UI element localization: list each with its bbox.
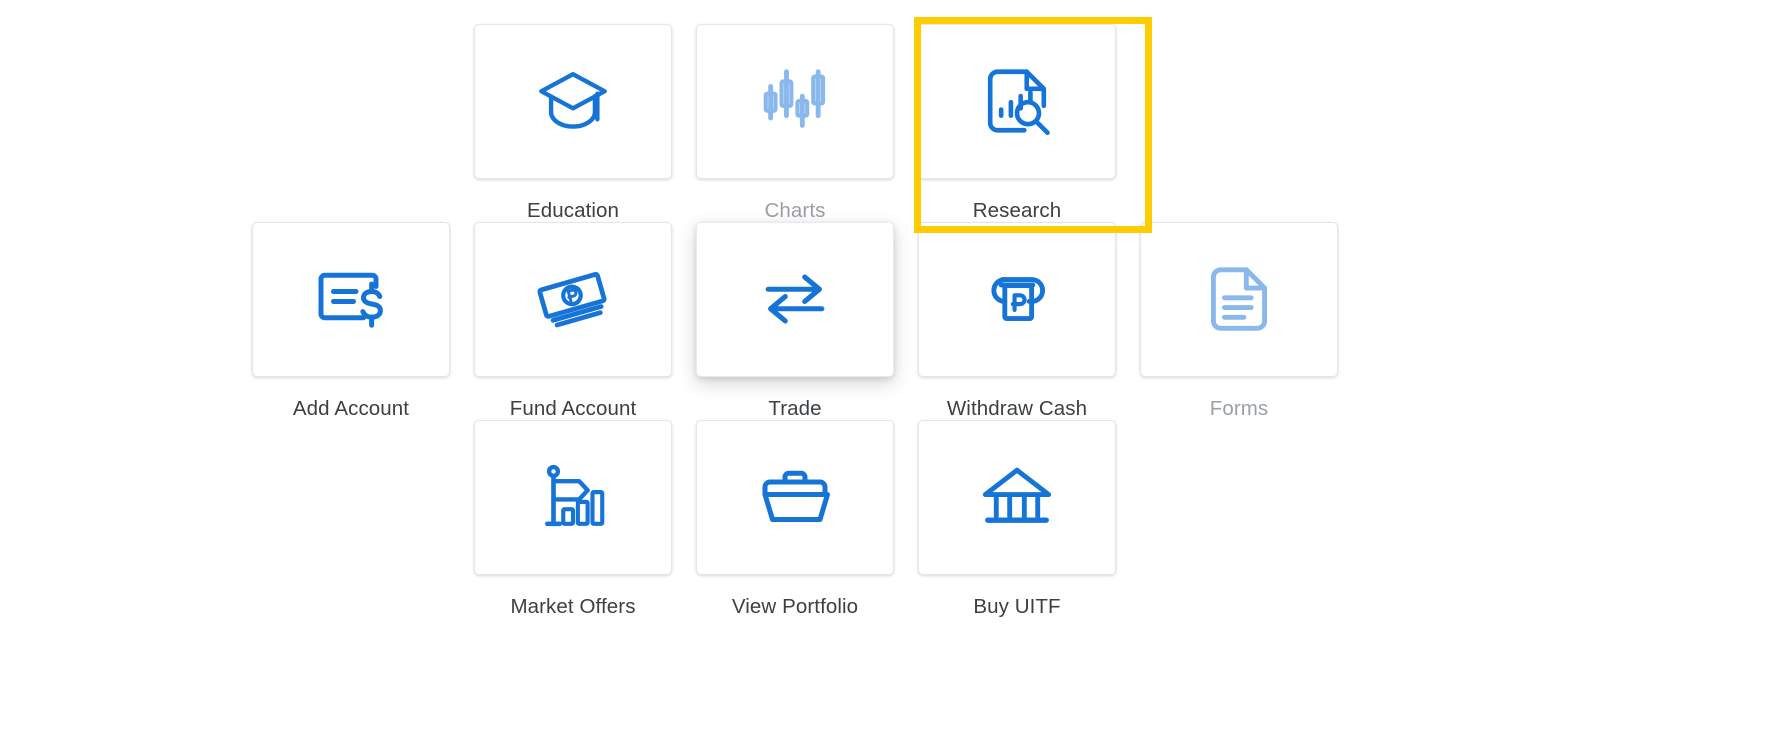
tile-forms[interactable] <box>1140 221 1338 377</box>
tile-label: Buy UITF <box>973 595 1061 618</box>
candlestick-chart-icon <box>756 62 834 140</box>
tile-cell-trade[interactable]: Trade <box>684 220 906 421</box>
tile-education[interactable] <box>474 23 672 179</box>
document-chart-search-icon <box>978 62 1056 140</box>
tile-cell-view-portfolio[interactable]: View Portfolio <box>684 418 906 619</box>
tile-wrap-education <box>473 22 673 180</box>
peso-banknotes-icon <box>533 259 613 339</box>
tile-cell-education[interactable]: Education <box>462 22 684 223</box>
tile-add-account[interactable] <box>252 221 450 377</box>
tile-label: Forms <box>1209 397 1269 420</box>
tile-row-2: Add Account Fund Account Trade Withdraw … <box>240 220 1350 421</box>
tile-cell-add-account[interactable]: Add Account <box>240 220 462 421</box>
atm-peso-slot-icon <box>978 260 1056 338</box>
tile-label: View Portfolio <box>731 595 859 618</box>
bank-building-icon <box>978 458 1056 536</box>
quick-actions-screen: Education Charts Research Add Account Fu… <box>0 0 1788 736</box>
tile-wrap-forms <box>1139 220 1339 378</box>
tile-cell-market-offers[interactable]: Market Offers <box>462 418 684 619</box>
tile-label: Add Account <box>292 397 410 420</box>
tile-cell-withdraw-cash[interactable]: Withdraw Cash <box>906 220 1128 421</box>
tile-row-3: Market Offers View Portfolio Buy UITF <box>462 418 1128 619</box>
tile-wrap-market-offers <box>473 418 673 576</box>
tile-view-portfolio[interactable] <box>696 419 894 575</box>
tile-row-1: Education Charts Research <box>462 17 1152 233</box>
tile-market-offers[interactable] <box>474 419 672 575</box>
graduation-cap-icon <box>534 62 612 140</box>
tile-wrap-fund-account <box>473 220 673 378</box>
tile-research[interactable] <box>918 23 1116 179</box>
tile-cell-buy-uitf[interactable]: Buy UITF <box>906 418 1128 619</box>
tile-fund-account[interactable] <box>474 221 672 377</box>
tile-cell-charts[interactable]: Charts <box>684 22 906 223</box>
tile-wrap-add-account <box>251 220 451 378</box>
briefcase-folder-icon <box>755 457 835 537</box>
document-lines-icon <box>1200 260 1278 338</box>
tile-grid: Education Charts Research Add Account Fu… <box>0 0 1510 736</box>
tile-wrap-view-portfolio <box>695 418 895 576</box>
tile-trade[interactable] <box>696 221 894 377</box>
tile-label: Market Offers <box>510 595 636 618</box>
tile-buy-uitf[interactable] <box>918 419 1116 575</box>
tile-withdraw-cash[interactable] <box>918 221 1116 377</box>
tile-wrap-research <box>917 22 1117 180</box>
tile-wrap-buy-uitf <box>917 418 1117 576</box>
tile-charts[interactable] <box>696 23 894 179</box>
tile-wrap-charts <box>695 22 895 180</box>
exchange-arrows-icon <box>756 260 834 338</box>
tile-wrap-trade <box>695 220 895 378</box>
flag-bar-chart-icon <box>534 458 612 536</box>
tile-cell-research[interactable]: Research <box>906 17 1152 233</box>
tile-wrap-withdraw-cash <box>917 220 1117 378</box>
tile-cell-fund-account[interactable]: Fund Account <box>462 220 684 421</box>
cheque-dollar-icon <box>311 259 391 339</box>
tile-cell-forms[interactable]: Forms <box>1128 220 1350 421</box>
